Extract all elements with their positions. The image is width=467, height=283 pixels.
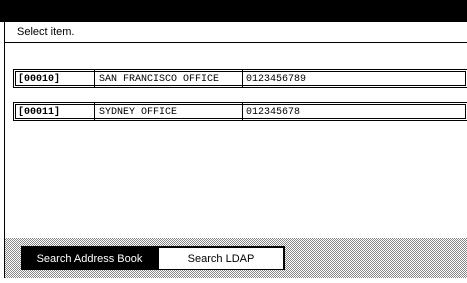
instruction-area: Select item. [4,23,467,43]
title-bar [0,0,467,22]
entry-number: 012345678 [242,103,467,120]
entry-name: SAN FRANCISCO OFFICE [94,70,242,87]
address-panel [4,22,467,257]
list-item[interactable]: [00011] SYDNEY OFFICE 012345678 [13,102,467,121]
entry-name: SYDNEY OFFICE [94,103,242,120]
entry-number: 0123456789 [242,70,467,87]
list-item[interactable]: [00010] SAN FRANCISCO OFFICE 0123456789 [13,69,467,88]
entry-id: [00011] [18,107,61,118]
instruction-text: Select item. [17,26,75,38]
tab-search-ldap[interactable]: Search LDAP [157,246,285,270]
entry-id: [00010] [18,74,61,85]
tab-search-address-book[interactable]: Search Address Book [21,246,158,270]
